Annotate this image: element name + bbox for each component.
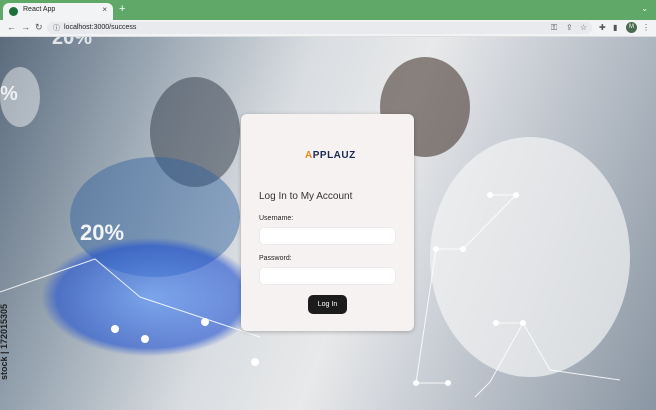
bookmark-star-icon[interactable]: ☆ bbox=[580, 23, 587, 32]
browser-toolbar: ← → ↻ ⓘ localhost:3000/success ⚿ ⇪ ☆ ✚ ▮… bbox=[0, 20, 656, 37]
username-input[interactable] bbox=[259, 227, 396, 245]
profile-avatar[interactable]: M bbox=[626, 22, 637, 33]
site-info-icon[interactable]: ⓘ bbox=[53, 23, 60, 33]
login-button[interactable]: Log In bbox=[308, 295, 347, 314]
logo-mark: A bbox=[305, 150, 313, 161]
key-icon[interactable]: ⚿ bbox=[551, 23, 557, 33]
reload-button[interactable]: ↻ bbox=[35, 22, 43, 33]
share-icon[interactable]: ⇪ bbox=[566, 23, 573, 32]
username-label: Username: bbox=[259, 215, 294, 222]
tab-close-icon[interactable]: × bbox=[102, 5, 107, 14]
logo-wordmark: PPLAUZ bbox=[312, 150, 356, 161]
tab-react-app[interactable]: React App × bbox=[3, 3, 113, 20]
login-card: APPLAUZ Log In to My Account Username: P… bbox=[241, 114, 414, 331]
login-heading: Log In to My Account bbox=[259, 191, 353, 202]
tab-search-icon[interactable]: ⌄ bbox=[641, 4, 648, 13]
side-panel-icon[interactable]: ▮ bbox=[613, 23, 617, 32]
extensions-icon[interactable]: ✚ bbox=[599, 23, 606, 32]
forward-button[interactable]: → bbox=[21, 22, 30, 32]
new-tab-button[interactable]: + bbox=[119, 3, 125, 15]
address-bar[interactable]: ⓘ localhost:3000/success ⚿ ⇪ ☆ bbox=[47, 22, 592, 34]
url-text: localhost:3000/success bbox=[64, 24, 137, 31]
tab-favicon-icon bbox=[9, 7, 18, 16]
password-input[interactable] bbox=[259, 267, 396, 285]
tab-bar: React App × + ⌄ bbox=[0, 0, 656, 20]
more-menu-icon[interactable]: ⋮ bbox=[642, 23, 650, 32]
brand-logo: APPLAUZ bbox=[305, 150, 356, 161]
tab-title: React App bbox=[23, 6, 56, 13]
password-label: Password: bbox=[259, 255, 292, 262]
back-button[interactable]: ← bbox=[7, 22, 16, 32]
